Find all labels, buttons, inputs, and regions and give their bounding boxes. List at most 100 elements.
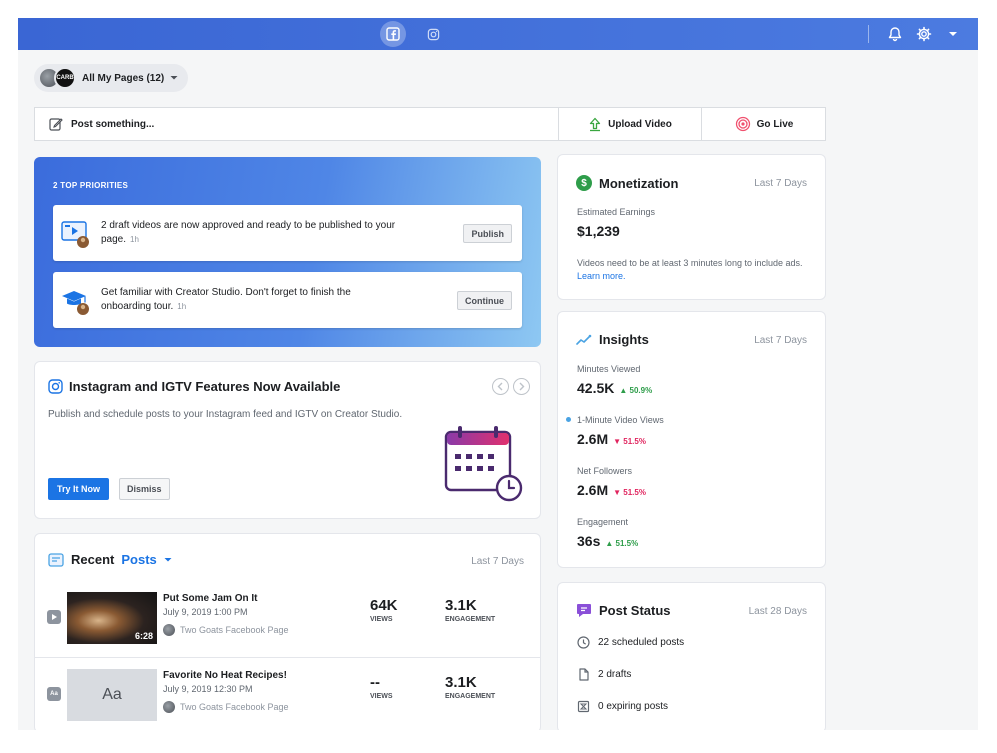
change-up: ▲ 51.5% bbox=[605, 539, 639, 548]
monetization-header: $ Monetization bbox=[576, 175, 678, 191]
table-row[interactable]: Aa Aa Favorite No Heat Recipes! July 9, … bbox=[35, 659, 540, 730]
priority-item-drafts: 2 draft videos are now approved and read… bbox=[53, 205, 522, 261]
views-stat: 64K VIEWS bbox=[370, 597, 398, 623]
publish-button[interactable]: Publish bbox=[463, 224, 512, 243]
text-post-type-icon: Aa bbox=[47, 687, 61, 701]
change-up: ▲ 50.9% bbox=[619, 386, 653, 395]
metric-label: Minutes Viewed bbox=[577, 364, 641, 374]
instagram-tab[interactable] bbox=[420, 21, 446, 47]
priority-item-time: 1h bbox=[177, 302, 187, 311]
dismiss-button[interactable]: Dismiss bbox=[119, 478, 170, 500]
post-date: July 9, 2019 12:30 PM bbox=[163, 684, 253, 694]
compose-icon bbox=[49, 118, 63, 131]
priority-item-time: 1h bbox=[130, 235, 139, 244]
post-status-card: Post Status Last 28 Days 22 scheduled po… bbox=[557, 582, 826, 730]
monetization-range[interactable]: Last 7 Days bbox=[754, 178, 807, 189]
metric-value: 2.6M ▼ 51.5% bbox=[577, 431, 646, 447]
chevron-left-icon bbox=[497, 382, 503, 391]
caret-down-icon bbox=[170, 76, 178, 80]
try-it-now-button[interactable]: Try It Now bbox=[48, 478, 110, 500]
post-page: Two Goats Facebook Page bbox=[163, 624, 289, 636]
video-type-icon bbox=[47, 610, 61, 624]
drafts-link[interactable]: 2 drafts bbox=[577, 668, 631, 681]
caret-down-icon bbox=[949, 32, 957, 36]
metric-label: Net Followers bbox=[577, 466, 633, 476]
pages-selector-label: All My Pages (12) bbox=[82, 72, 165, 84]
insights-title: Insights bbox=[599, 332, 649, 347]
metric-value: 36s ▲ 51.5% bbox=[577, 533, 639, 549]
play-icon bbox=[52, 614, 57, 620]
post-thumbnail[interactable]: 6:28 bbox=[67, 592, 157, 644]
upload-video-label: Upload Video bbox=[608, 118, 672, 130]
monetization-card: $ Monetization Last 7 Days Estimated Ear… bbox=[557, 154, 826, 300]
engagement-stat: 3.1K ENGAGEMENT bbox=[445, 597, 496, 623]
speech-bubble-icon bbox=[577, 604, 591, 617]
facebook-tab[interactable] bbox=[380, 21, 406, 47]
gear-icon bbox=[916, 26, 932, 42]
insights-card: Insights Last 7 Days Minutes Viewed 42.5… bbox=[557, 311, 826, 568]
instagram-features-card: Instagram and IGTV Features Now Availabl… bbox=[34, 361, 541, 519]
top-priorities-panel: 2 TOP PRIORITIES 2 draft videos are now … bbox=[34, 157, 541, 347]
post-title[interactable]: Favorite No Heat Recipes! bbox=[163, 670, 287, 681]
settings-button[interactable] bbox=[913, 23, 935, 45]
hourglass-icon bbox=[577, 700, 590, 713]
instagram-card-description: Publish and schedule posts to your Insta… bbox=[48, 409, 403, 420]
upload-icon bbox=[589, 117, 601, 131]
document-icon bbox=[579, 668, 589, 681]
notifications-button[interactable] bbox=[884, 23, 906, 45]
clock-icon bbox=[577, 636, 590, 649]
create-bar: Post something... Upload Video Go Live bbox=[34, 107, 826, 141]
change-down: ▼ 51.5% bbox=[613, 437, 646, 446]
instagram-icon bbox=[427, 28, 439, 40]
calendar-illustration-icon bbox=[444, 426, 523, 502]
go-live-label: Go Live bbox=[756, 118, 794, 130]
facebook-icon bbox=[386, 27, 400, 41]
table-row[interactable]: 6:28 Put Some Jam On It July 9, 2019 1:0… bbox=[35, 582, 540, 658]
top-bar bbox=[18, 18, 978, 50]
post-thumbnail[interactable]: Aa bbox=[67, 669, 157, 721]
instagram-card-title: Instagram and IGTV Features Now Availabl… bbox=[69, 379, 341, 394]
post-status-title: Post Status bbox=[599, 603, 671, 618]
page-avatar-carb: CARB bbox=[54, 67, 76, 89]
trend-chart-icon bbox=[576, 334, 592, 345]
metric-label: Engagement bbox=[577, 517, 629, 527]
continue-button[interactable]: Continue bbox=[457, 291, 512, 310]
recent-posts-range[interactable]: Last 7 Days bbox=[471, 556, 524, 567]
post-status-range[interactable]: Last 28 Days bbox=[749, 606, 807, 617]
scheduled-posts-link[interactable]: 22 scheduled posts bbox=[577, 636, 684, 649]
change-down: ▼ 51.5% bbox=[613, 488, 646, 497]
next-button[interactable] bbox=[513, 378, 530, 395]
page-avatar bbox=[163, 701, 175, 713]
learn-more-link[interactable]: Learn more. bbox=[577, 271, 626, 281]
go-live-button[interactable]: Go Live bbox=[701, 108, 826, 140]
previous-button[interactable] bbox=[492, 378, 509, 395]
creator-studio-app: CARB All My Pages (12) Post something...… bbox=[18, 18, 978, 730]
upload-video-button[interactable]: Upload Video bbox=[558, 108, 701, 140]
engagement-stat: 3.1K ENGAGEMENT bbox=[445, 674, 496, 700]
bell-icon bbox=[888, 27, 902, 42]
expiring-posts-link[interactable]: 0 expiring posts bbox=[577, 700, 668, 713]
pages-selector[interactable]: CARB All My Pages (12) bbox=[34, 64, 189, 92]
recent-posts-card: Recent Posts Last 7 Days 6:28 Put Some J… bbox=[34, 533, 541, 730]
video-draft-icon bbox=[61, 221, 89, 248]
metric-label[interactable]: 1-Minute Video Views bbox=[577, 415, 664, 425]
account-menu-button[interactable] bbox=[942, 23, 964, 45]
topbar-divider bbox=[868, 25, 869, 43]
earnings-value: $1,239 bbox=[577, 223, 620, 239]
post-title[interactable]: Put Some Jam On It bbox=[163, 593, 257, 604]
priority-item-text: 2 draft videos are now approved and read… bbox=[101, 220, 396, 245]
posts-type-dropdown[interactable]: Posts bbox=[121, 552, 156, 567]
post-date: July 9, 2019 1:00 PM bbox=[163, 607, 248, 617]
live-icon bbox=[735, 116, 750, 132]
monetization-note: Videos need to be at least 3 minutes lon… bbox=[577, 258, 803, 281]
priorities-title: 2 TOP PRIORITIES bbox=[53, 181, 129, 190]
instagram-icon bbox=[48, 379, 63, 394]
insights-range[interactable]: Last 7 Days bbox=[754, 335, 807, 346]
video-duration: 6:28 bbox=[134, 631, 153, 641]
graduation-cap-icon bbox=[62, 291, 89, 315]
post-something-button[interactable]: Post something... bbox=[35, 108, 558, 140]
priority-item-text: Get familiar with Creator Studio. Don't … bbox=[101, 287, 351, 312]
caret-down-icon bbox=[164, 557, 172, 561]
priority-item-onboarding: Get familiar with Creator Studio. Don't … bbox=[53, 272, 522, 328]
dollar-icon: $ bbox=[576, 175, 592, 191]
